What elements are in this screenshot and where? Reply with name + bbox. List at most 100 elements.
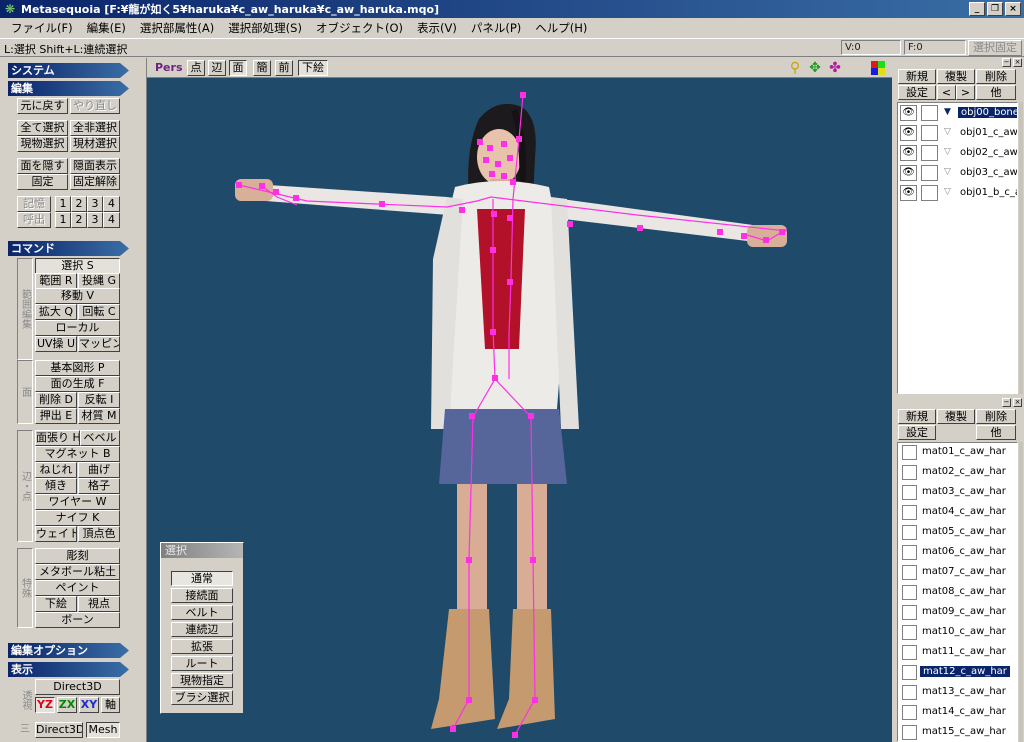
- zx-view-button[interactable]: ZX: [57, 697, 77, 713]
- select-mode-belt[interactable]: ベルト: [171, 605, 233, 620]
- title-bar[interactable]: ❋ Metasequoia [F:¥龍が如く5¥haruka¥c_aw_haru…: [0, 0, 1024, 18]
- memory-slot-2[interactable]: 2: [71, 196, 87, 212]
- recall-button[interactable]: 呼出: [17, 212, 51, 228]
- palette-title[interactable]: 選択: [161, 543, 243, 558]
- move-cross-icon[interactable]: ✥: [807, 60, 823, 76]
- material-checkbox[interactable]: [902, 525, 917, 540]
- object-list[interactable]: 👁 ▼ obj00_bone 👁 ▽ obj01_c_aw_ 👁 ▽ obj02…: [897, 102, 1018, 394]
- close-button[interactable]: ×: [1005, 2, 1021, 16]
- object-copy-button[interactable]: 複製: [937, 69, 975, 84]
- eye-icon[interactable]: 👁: [900, 105, 917, 121]
- eye-icon[interactable]: 👁: [900, 185, 917, 201]
- display-header[interactable]: 表示: [8, 662, 129, 677]
- memory-slot-4[interactable]: 4: [103, 196, 120, 212]
- select-current-material-button[interactable]: 現材選択: [70, 136, 120, 152]
- scale-tool-button[interactable]: 拡大 Q: [35, 304, 77, 320]
- material-row[interactable]: mat14_c_aw_har: [898, 703, 1017, 723]
- knife-tool-button[interactable]: ナイフ K: [35, 510, 120, 526]
- lasso-tool-button[interactable]: 投縄 G: [78, 273, 120, 289]
- material-checkbox[interactable]: [902, 685, 917, 700]
- lock-checkbox[interactable]: [921, 185, 938, 201]
- extrude-tool-button[interactable]: 押出 E: [35, 408, 77, 424]
- face-display-toggle[interactable]: 面: [229, 60, 247, 76]
- system-header[interactable]: システム: [8, 63, 129, 78]
- select-current-object-button[interactable]: 現物選択: [17, 136, 68, 152]
- undo-button[interactable]: 元に戻す: [17, 98, 68, 114]
- color-grid-icon[interactable]: [871, 61, 885, 75]
- menu-view[interactable]: 表示(V): [410, 20, 464, 36]
- material-panel-close[interactable]: ×: [1013, 398, 1022, 407]
- material-checkbox[interactable]: [902, 585, 917, 600]
- memory-slot-1[interactable]: 1: [55, 196, 71, 212]
- lattice-tool-button[interactable]: 格子: [78, 478, 120, 494]
- object-row[interactable]: 👁 ▽ obj02_c_aw_: [898, 143, 1017, 163]
- material-checkbox[interactable]: [902, 465, 917, 480]
- move-tool-button[interactable]: 移動 V: [35, 288, 120, 304]
- material-delete-button[interactable]: 削除: [976, 409, 1016, 424]
- mesh-mode-button[interactable]: Mesh: [86, 722, 120, 738]
- weight-tool-button[interactable]: ウェイト: [35, 526, 77, 542]
- object-other-button[interactable]: 他: [976, 85, 1016, 100]
- select-tool-button[interactable]: 選択 S: [35, 258, 120, 274]
- material-checkbox[interactable]: [902, 485, 917, 500]
- object-prev-button[interactable]: <: [937, 85, 956, 100]
- model-scene[interactable]: [147, 79, 891, 741]
- recall-slot-2[interactable]: 2: [71, 212, 87, 228]
- select-mode-normal[interactable]: 通常: [171, 571, 233, 586]
- rotate-tool-button[interactable]: 回転 C: [78, 304, 120, 320]
- eye-icon[interactable]: 👁: [900, 165, 917, 181]
- xy-view-button[interactable]: XY: [79, 697, 99, 713]
- select-mode-brush[interactable]: ブラシ選択: [171, 690, 233, 705]
- yz-view-button[interactable]: YZ: [35, 697, 55, 713]
- material-row[interactable]: mat12_c_aw_har: [898, 663, 1017, 683]
- bone-tool-button[interactable]: ボーン: [35, 612, 120, 628]
- bend-tool-button[interactable]: 曲げ: [78, 462, 120, 478]
- material-row[interactable]: mat09_c_aw_har: [898, 603, 1017, 623]
- fix-button[interactable]: 固定: [17, 174, 68, 190]
- fix-selection-button[interactable]: 選択固定: [968, 40, 1022, 56]
- material-row[interactable]: mat06_c_aw_har: [898, 543, 1017, 563]
- material-checkbox[interactable]: [902, 725, 917, 740]
- rotate-icon[interactable]: ✤: [827, 60, 843, 76]
- hide-faces-button[interactable]: 面を隠す: [17, 158, 68, 174]
- object-row[interactable]: 👁 ▽ obj03_c_aw_: [898, 163, 1017, 183]
- underlay-tool-button[interactable]: 下絵: [35, 596, 77, 612]
- menu-object[interactable]: オブジェクト(O): [309, 20, 410, 36]
- menu-panel[interactable]: パネル(P): [464, 20, 528, 36]
- object-row[interactable]: 👁 ▼ obj00_bone: [898, 103, 1017, 123]
- minimize-button[interactable]: _: [969, 2, 985, 16]
- edge-display-toggle[interactable]: 辺: [208, 60, 226, 76]
- vertex-color-tool-button[interactable]: 頂点色: [78, 526, 120, 542]
- menu-file[interactable]: ファイル(F): [4, 20, 80, 36]
- material-row[interactable]: mat08_c_aw_har: [898, 583, 1017, 603]
- material-list-scrollbar[interactable]: [1019, 442, 1023, 742]
- material-other-button[interactable]: 他: [976, 425, 1016, 440]
- range-tool-button[interactable]: 範囲 R: [35, 273, 77, 289]
- select-mode-continuous-edge[interactable]: 連続辺: [171, 622, 233, 637]
- projection-mode[interactable]: Pers: [155, 61, 183, 74]
- menu-edit[interactable]: 編集(E): [80, 20, 133, 36]
- menu-selection-process[interactable]: 選択部処理(S): [221, 20, 309, 36]
- flip-tool-button[interactable]: 反転 I: [78, 392, 120, 408]
- material-checkbox[interactable]: [902, 565, 917, 580]
- object-next-button[interactable]: >: [956, 85, 975, 100]
- face-stretch-tool-button[interactable]: 面張り H: [35, 430, 80, 446]
- material-row[interactable]: mat01_c_aw_har: [898, 443, 1017, 463]
- wire-tool-button[interactable]: ワイヤー W: [35, 494, 120, 510]
- unfix-button[interactable]: 固定解除: [70, 174, 120, 190]
- material-checkbox[interactable]: [902, 705, 917, 720]
- object-row[interactable]: 👁 ▽ obj01_b_c_a: [898, 183, 1017, 203]
- material-checkbox[interactable]: [902, 445, 917, 460]
- material-row[interactable]: mat10_c_aw_har: [898, 623, 1017, 643]
- direct3d-button[interactable]: Direct3D: [35, 679, 120, 695]
- command-header[interactable]: コマンド: [8, 241, 129, 256]
- material-checkbox[interactable]: [902, 625, 917, 640]
- bevel-tool-button[interactable]: ベベル: [80, 430, 120, 446]
- material-checkbox[interactable]: [902, 645, 917, 660]
- axis-button[interactable]: 軸: [101, 697, 120, 713]
- restore-button[interactable]: ❐: [987, 2, 1003, 16]
- lock-checkbox[interactable]: [921, 145, 938, 161]
- deselect-all-button[interactable]: 全非選択: [70, 120, 120, 136]
- material-tool-button[interactable]: 材質 M: [78, 408, 120, 424]
- material-copy-button[interactable]: 複製: [937, 409, 975, 424]
